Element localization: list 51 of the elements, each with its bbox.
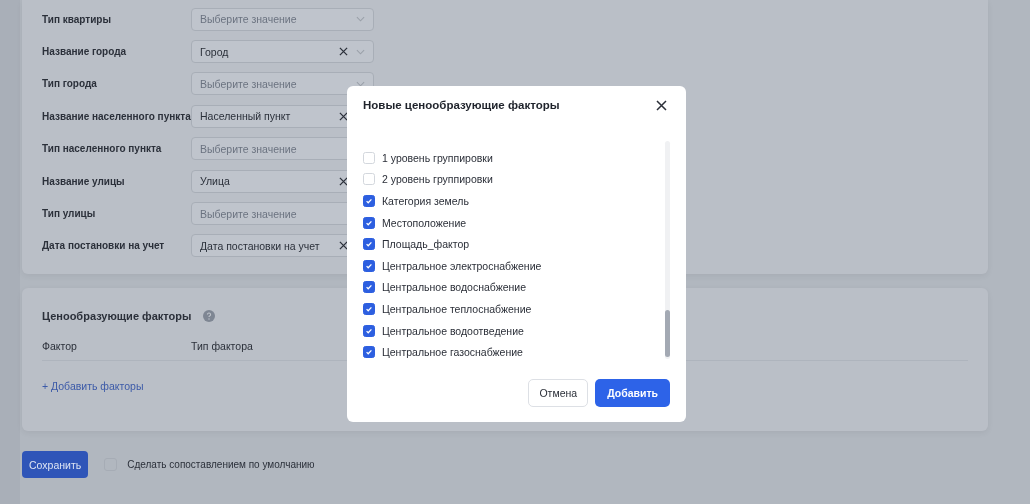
checkbox[interactable] [363, 238, 375, 251]
field-label: Название населенного пункта [42, 110, 191, 122]
scrollbar-thumb[interactable] [665, 310, 670, 357]
field-label: Дата постановки на учет [42, 240, 166, 252]
add-button[interactable]: Добавить [595, 379, 670, 407]
option-label: Центральное электроснабжение [382, 259, 542, 272]
option-label: Категория земель [382, 195, 469, 207]
option-label: Центральное газоснабжение [382, 346, 523, 359]
clear-icon[interactable] [339, 47, 348, 57]
checkbox[interactable] [363, 302, 375, 315]
select-field[interactable]: Выберите значение [191, 72, 374, 96]
checkbox[interactable] [363, 346, 375, 359]
clear-icon[interactable] [339, 111, 348, 121]
save-button[interactable]: Сохранить [22, 451, 89, 478]
cancel-button[interactable]: Отмена [528, 379, 589, 407]
field-label: Тип квартиры [42, 13, 112, 25]
add-factors-link[interactable]: + Добавить факторы [42, 380, 144, 392]
option-label: Центральное водоснабжение [382, 281, 527, 294]
checkmark-icon [365, 197, 373, 205]
checkbox-label: Сделать сопоставлением по умолчанию [127, 459, 315, 470]
checkmark-icon [365, 304, 373, 313]
field-label: Тип города [42, 78, 98, 90]
close-icon[interactable] [656, 99, 667, 111]
select-field[interactable]: Выберите значение [191, 7, 374, 31]
checkmark-icon [365, 240, 373, 249]
option-label: Центральное теплоснабжение [382, 302, 532, 315]
option-label: Площадь_фактор [382, 238, 470, 251]
option-label: Центральное водоотведение [382, 324, 524, 337]
clear-icon[interactable] [339, 241, 348, 251]
field-label: Тип населенного пункта [42, 143, 163, 155]
field-label: Тип улицы [42, 208, 97, 220]
checkbox[interactable] [363, 259, 375, 272]
select-field[interactable]: Город [191, 40, 374, 64]
option-label: 1 уровень группировки [382, 151, 493, 164]
checkmark-icon [365, 283, 373, 292]
option-label: 2 уровень группировки [382, 173, 493, 186]
column-header: Тип фактора [191, 340, 254, 352]
checkmark-icon [365, 348, 373, 357]
column-header: Фактор [42, 340, 78, 352]
field-label: Название улицы [42, 175, 126, 187]
checkmark-icon [365, 326, 373, 335]
option-label: Местоположение [382, 216, 467, 229]
section-title: Ценообразующие факторы [42, 310, 192, 322]
checkbox[interactable] [363, 216, 375, 229]
checkbox[interactable] [363, 281, 375, 294]
checkbox[interactable] [363, 195, 375, 207]
checkmark-icon [365, 261, 373, 270]
checkmark-icon [365, 218, 373, 227]
field-label: Название города [42, 46, 128, 58]
checkbox[interactable] [363, 324, 375, 337]
clear-icon[interactable] [339, 176, 348, 186]
